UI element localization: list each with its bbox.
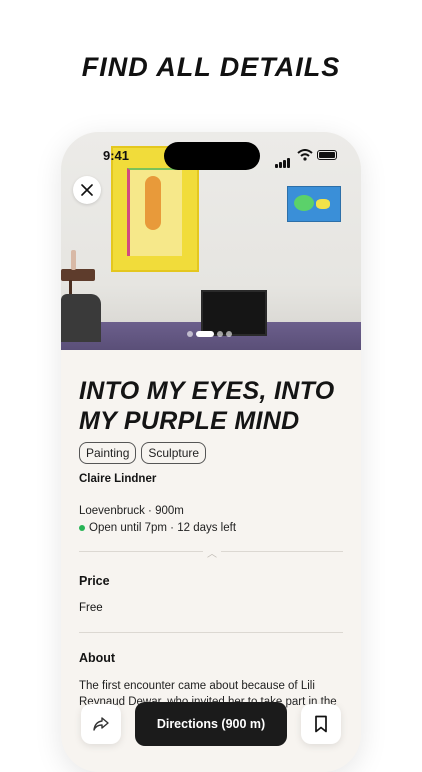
bottle [71, 250, 76, 270]
image-pagination-dots[interactable] [187, 331, 232, 337]
dynamic-island [164, 142, 260, 170]
tag-list: Painting Sculpture [79, 442, 343, 464]
chevron-up-icon[interactable]: ︿ [203, 545, 221, 560]
pagination-dot[interactable] [226, 331, 232, 337]
page-headline: FIND ALL DETAILS [81, 52, 341, 82]
artwork-hero-image[interactable]: 9:41 [61, 132, 361, 350]
price-value: Free [79, 602, 103, 614]
opening-status-text: Open until 7pm · 12 days left [89, 522, 237, 534]
open-indicator-icon [79, 525, 85, 531]
tv-sculpture [201, 290, 267, 336]
opening-status: Open until 7pm · 12 days left [79, 522, 343, 534]
side-table [61, 269, 95, 281]
cellular-signal-icon [275, 150, 291, 168]
price-heading: Price [79, 574, 110, 588]
directions-button[interactable]: Directions (900 m) [135, 702, 287, 746]
status-time: 9:41 [103, 148, 130, 163]
share-button[interactable] [81, 704, 121, 744]
pagination-dot[interactable] [217, 331, 223, 337]
divider [79, 632, 343, 633]
pagination-dot[interactable] [187, 331, 193, 337]
blue-painting [287, 186, 341, 222]
artist-name[interactable]: Claire Lindner [79, 473, 343, 485]
tag-sculpture[interactable]: Sculpture [141, 442, 207, 464]
bookmark-button[interactable] [301, 704, 341, 744]
close-icon [81, 184, 93, 196]
collapse-divider[interactable]: ︿ [79, 545, 343, 560]
tag-painting[interactable]: Painting [79, 442, 137, 464]
bookmark-icon [315, 715, 327, 733]
status-bar: 9:41 [61, 132, 361, 172]
wifi-icon [297, 148, 313, 166]
venue-distance[interactable]: Loevenbruck · 900m [79, 505, 343, 517]
artwork-details: INTO MY EYES, INTO MY PURPLE MIND Painti… [79, 376, 343, 710]
close-button[interactable] [73, 176, 101, 204]
about-heading: About [79, 651, 116, 665]
armchair [61, 294, 101, 342]
phone-frame: 9:41 INTO MY EYES, INTO MY PURPLE MIND P… [61, 132, 361, 772]
pagination-dot-active[interactable] [196, 331, 214, 337]
battery-icon [317, 150, 337, 160]
artwork-title: INTO MY EYES, INTO MY PURPLE MIND [79, 377, 335, 435]
share-icon [93, 717, 109, 731]
